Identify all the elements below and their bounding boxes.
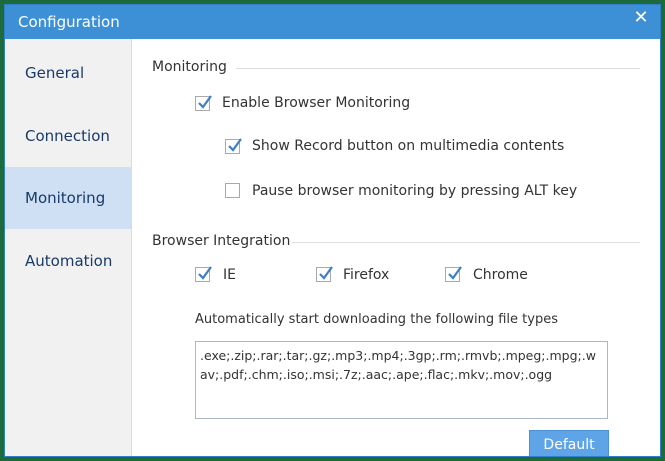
sidebar-item-connection[interactable]: Connection bbox=[5, 105, 131, 167]
check-icon bbox=[228, 138, 242, 152]
check-icon bbox=[198, 266, 212, 280]
filetypes-input[interactable]: .exe;.zip;.rar;.tar;.gz;.mp3;.mp4;.3gp;.… bbox=[195, 341, 608, 419]
pause-alt-label: Pause browser monitoring by pressing ALT… bbox=[252, 183, 578, 199]
check-icon bbox=[198, 95, 212, 109]
chrome-checkbox[interactable] bbox=[445, 266, 462, 282]
sidebar-item-general[interactable]: General bbox=[5, 42, 131, 104]
check-icon bbox=[319, 266, 333, 280]
section-title-monitoring: Monitoring bbox=[152, 59, 227, 75]
show-record-button-checkbox[interactable] bbox=[225, 138, 242, 154]
screenshot-frame: Configuration ✕ General Connection Monit… bbox=[0, 0, 665, 461]
firefox-checkbox[interactable] bbox=[316, 266, 333, 282]
sidebar-item-monitoring[interactable]: Monitoring bbox=[5, 167, 131, 229]
ie-checkbox[interactable] bbox=[195, 266, 212, 282]
sidebar: General Connection Monitoring Automation bbox=[5, 39, 132, 456]
close-icon[interactable]: ✕ bbox=[632, 9, 650, 27]
enable-browser-monitoring-checkbox[interactable] bbox=[195, 95, 212, 111]
sidebar-item-label: Connection bbox=[25, 127, 110, 145]
sidebar-item-automation[interactable]: Automation bbox=[5, 230, 131, 292]
sidebar-item-label: Automation bbox=[25, 252, 113, 270]
sidebar-item-label: General bbox=[25, 64, 85, 82]
section-divider bbox=[236, 68, 640, 69]
default-button[interactable]: Default bbox=[529, 430, 609, 456]
firefox-label: Firefox bbox=[343, 267, 390, 283]
sidebar-item-label: Monitoring bbox=[25, 189, 106, 207]
filetypes-label: Automatically start downloading the foll… bbox=[195, 312, 558, 327]
pause-alt-checkbox[interactable] bbox=[225, 183, 240, 198]
settings-panel: Monitoring Enable Browser Monitoring Sho… bbox=[132, 39, 660, 456]
section-divider bbox=[292, 242, 640, 243]
show-record-button-label: Show Record button on multimedia content… bbox=[252, 138, 565, 154]
chrome-label: Chrome bbox=[473, 267, 528, 283]
enable-browser-monitoring-label: Enable Browser Monitoring bbox=[222, 95, 411, 111]
section-title-browser-integration: Browser Integration bbox=[152, 233, 291, 249]
ie-label: IE bbox=[223, 267, 236, 283]
check-icon bbox=[448, 266, 462, 280]
window-title: Configuration bbox=[18, 13, 120, 31]
title-bar: Configuration ✕ bbox=[5, 5, 660, 39]
configuration-dialog: Configuration ✕ General Connection Monit… bbox=[4, 4, 661, 457]
